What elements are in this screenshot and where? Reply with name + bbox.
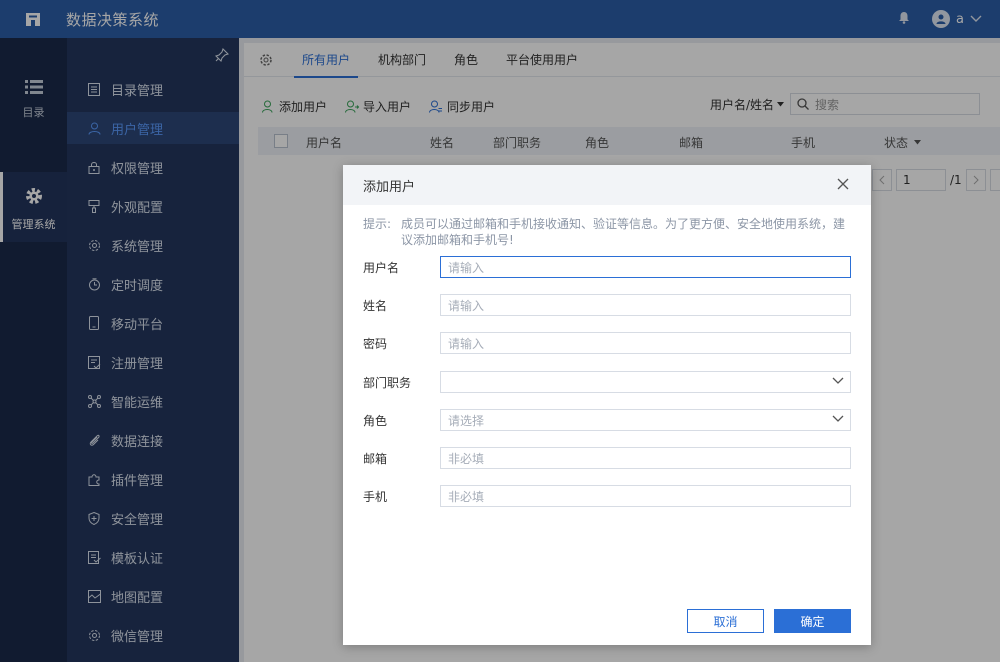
chevron-down-icon xyxy=(832,377,844,384)
form-row-role: 角色 请选择 xyxy=(363,409,851,431)
email-placeholder: 非必填 xyxy=(448,451,485,466)
password-label: 密码 xyxy=(363,336,388,351)
dialog-footer: 取消 确定 xyxy=(687,609,851,633)
add-user-dialog: 添加用户 提示: 成员可以通过邮箱和手机接收通知、验证等信息。为了更方便、安全地… xyxy=(343,165,871,645)
role-placeholder: 请选择 xyxy=(448,413,485,428)
cancel-button[interactable]: 取消 xyxy=(687,609,764,633)
name-label: 姓名 xyxy=(363,298,388,313)
phone-input[interactable]: 非必填 xyxy=(440,485,851,507)
role-label: 角色 xyxy=(363,413,388,428)
phone-placeholder: 非必填 xyxy=(448,489,485,504)
form-row-password: 密码 请输入 xyxy=(363,332,851,354)
email-label: 邮箱 xyxy=(363,451,388,466)
username-placeholder: 请输入 xyxy=(448,260,485,275)
form-row-department: 部门职务 xyxy=(363,371,851,393)
form-row-email: 邮箱 非必填 xyxy=(363,447,851,469)
dialog-header: 添加用户 xyxy=(343,165,871,205)
form-row-username: 用户名 请输入 xyxy=(363,256,851,278)
chevron-down-icon xyxy=(832,415,844,422)
email-input[interactable]: 非必填 xyxy=(440,447,851,469)
password-input[interactable]: 请输入 xyxy=(440,332,851,354)
name-placeholder: 请输入 xyxy=(448,298,485,313)
phone-label: 手机 xyxy=(363,489,388,504)
name-input[interactable]: 请输入 xyxy=(440,294,851,316)
confirm-button[interactable]: 确定 xyxy=(774,609,851,633)
tip-text: 成员可以通过邮箱和手机接收通知、验证等信息。为了更方便、安全地使用系统，建议添加… xyxy=(401,217,846,247)
dialog-tip: 提示: 成员可以通过邮箱和手机接收通知、验证等信息。为了更方便、安全地使用系统，… xyxy=(363,216,853,248)
tip-label: 提示: xyxy=(363,217,392,231)
password-placeholder: 请输入 xyxy=(448,336,485,351)
role-select[interactable]: 请选择 xyxy=(440,409,851,431)
username-label: 用户名 xyxy=(363,260,400,275)
close-icon[interactable] xyxy=(837,178,851,192)
form-row-phone: 手机 非必填 xyxy=(363,485,851,507)
dialog-title: 添加用户 xyxy=(363,179,416,195)
form-row-name: 姓名 请输入 xyxy=(363,294,851,316)
department-select[interactable] xyxy=(440,371,851,393)
department-label: 部门职务 xyxy=(363,375,412,390)
username-input[interactable]: 请输入 xyxy=(440,256,851,278)
